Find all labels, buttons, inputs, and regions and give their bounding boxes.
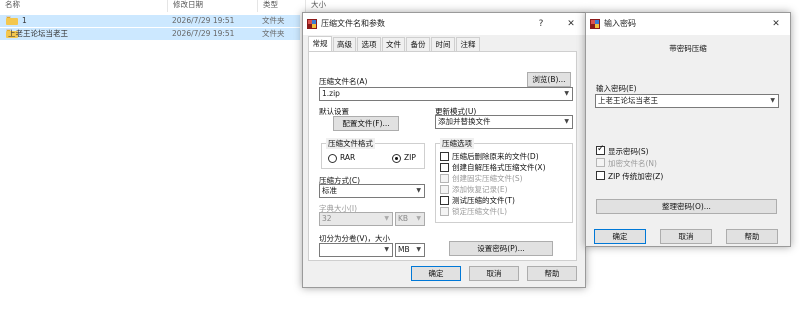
chevron-down-icon: ▼ (770, 97, 775, 104)
general-tab-panel: 压缩文件名(A) 浏览(B)... 1.zip ▼ 默认设置 配置文件(F)..… (308, 51, 577, 261)
chevron-down-icon: ▼ (564, 90, 569, 97)
option-checkbox[interactable] (440, 185, 449, 194)
options-group: 压缩选项 压缩后删除原来的文件(D) 创建自解压格式压缩文件(X) 创建固实压缩… (435, 138, 573, 223)
option-label: 创建固实压缩文件(S) (452, 174, 523, 183)
password-dialog: 输入密码 ✕ 带密码压缩 输入密码(E) 上老王论坛当老王 ▼ 显示密码(S) … (585, 12, 791, 247)
option-checkbox[interactable] (440, 163, 449, 172)
option-label: 测试压缩的文件(T) (452, 196, 515, 205)
file-type: 文件夹 (262, 16, 285, 25)
chevron-down-icon: ▼ (416, 187, 421, 194)
zip-legacy-label: ZIP 传统加密(Z) (608, 172, 664, 181)
option-checkbox[interactable] (440, 152, 449, 161)
tab-general[interactable]: 常规 (308, 36, 332, 52)
archive-name-input[interactable]: 1.zip ▼ (319, 87, 573, 101)
show-password-label: 显示密码(S) (608, 147, 649, 156)
format-group-title: 压缩文件格式 (326, 138, 375, 149)
option-checkbox[interactable] (440, 174, 449, 183)
options-group-title: 压缩选项 (440, 138, 474, 149)
file-date: 2026/7/29 19:51 (172, 29, 235, 38)
password-input[interactable]: 上老王论坛当老王 ▼ (595, 94, 779, 108)
update-mode-select[interactable]: 添加并替换文件 ▼ (435, 115, 573, 129)
option-label: 压缩后删除原来的文件(D) (452, 152, 539, 161)
archive-name-label: 压缩文件名(A) (319, 77, 368, 86)
tab-files[interactable]: 文件 (382, 37, 405, 51)
format-zip-radio[interactable] (392, 154, 401, 163)
encrypt-names-label: 加密文件名(N) (608, 159, 657, 168)
method-select[interactable]: 标准 ▼ (319, 184, 425, 198)
tab-backup[interactable]: 备份 (406, 37, 430, 51)
chevron-down-icon: ▼ (384, 215, 389, 222)
file-name: 1 (22, 16, 27, 25)
option-label: 创建自解压格式压缩文件(X) (452, 163, 546, 172)
chevron-down-icon: ▼ (416, 246, 421, 253)
tab-time[interactable]: 时间 (431, 37, 455, 51)
encrypt-names-checkbox[interactable] (596, 158, 605, 167)
file-type: 文件夹 (262, 29, 285, 38)
help-button[interactable]: 帮助 (527, 266, 577, 281)
help-icon[interactable]: ? (531, 13, 551, 35)
password-dialog-title: 输入密码 (604, 19, 636, 28)
enter-password-label: 输入密码(E) (596, 84, 637, 93)
zip-legacy-checkbox[interactable] (596, 171, 605, 180)
column-size[interactable]: 大小 (306, 0, 366, 12)
option-label: 添加恢复记录(E) (452, 185, 508, 194)
tab-advanced[interactable]: 高级 (333, 37, 356, 51)
option-label: 锁定压缩文件(L) (452, 207, 508, 216)
method-value: 标准 (322, 186, 337, 195)
format-rar-label: RAR (340, 153, 356, 162)
file-name: 上老王论坛当老王 (8, 29, 68, 38)
option-checkbox[interactable] (440, 196, 449, 205)
folder-icon (6, 16, 18, 25)
profiles-button[interactable]: 配置文件(F)... (333, 116, 399, 131)
password-subtitle: 带密码压缩 (669, 44, 707, 53)
archive-dialog: 压缩文件名和参数 ? ✕ 常规 高级 选项 文件 备份 时间 注释 压缩文件名(… (302, 12, 586, 288)
close-icon[interactable]: ✕ (561, 13, 581, 35)
ok-button[interactable]: 确定 (411, 266, 461, 281)
cancel-button[interactable]: 取消 (660, 229, 712, 244)
archive-dialog-title: 压缩文件名和参数 (321, 19, 385, 28)
dict-select[interactable]: 32 ▼ (319, 212, 393, 226)
format-rar-radio[interactable] (328, 154, 337, 163)
dict-unit-select[interactable]: KB ▼ (395, 212, 425, 226)
format-zip-label: ZIP (404, 153, 416, 162)
update-mode-value: 添加并替换文件 (438, 117, 491, 126)
tab-comment[interactable]: 注释 (456, 37, 480, 51)
browse-button[interactable]: 浏览(B)... (527, 72, 571, 87)
split-unit: MB (398, 245, 410, 254)
archive-dialog-titlebar[interactable]: 压缩文件名和参数 ? ✕ (303, 13, 585, 35)
column-type[interactable]: 类型 (258, 0, 306, 12)
dict-unit: KB (398, 214, 409, 223)
format-group: 压缩文件格式 RAR ZIP (321, 138, 425, 169)
archive-name-value: 1.zip (322, 89, 340, 98)
chevron-down-icon: ▼ (416, 215, 421, 222)
chevron-down-icon: ▼ (384, 246, 389, 253)
cancel-button[interactable]: 取消 (469, 266, 519, 281)
organize-passwords-button[interactable]: 整理密码(O)... (596, 199, 777, 214)
show-password-checkbox[interactable] (596, 144, 605, 155)
ok-button[interactable]: 确定 (594, 229, 646, 244)
column-date[interactable]: 修改日期 (168, 0, 258, 12)
winrar-icon (590, 19, 600, 29)
winrar-icon (307, 19, 317, 29)
file-date: 2026/7/29 19:51 (172, 16, 235, 25)
split-select[interactable]: ▼ (319, 243, 393, 257)
option-checkbox[interactable] (440, 207, 449, 216)
set-password-button[interactable]: 设置密码(P)... (449, 241, 553, 256)
split-unit-select[interactable]: MB ▼ (395, 243, 425, 257)
help-button[interactable]: 帮助 (726, 229, 778, 244)
tab-options[interactable]: 选项 (357, 37, 381, 51)
close-icon[interactable]: ✕ (766, 13, 786, 35)
explorer-column-header: 名称 修改日期 类型 大小 (0, 0, 800, 12)
column-name[interactable]: 名称 (0, 0, 168, 12)
file-row[interactable]: 1 2026/7/29 19:51 文件夹 (0, 15, 300, 27)
chevron-down-icon: ▼ (564, 118, 569, 125)
password-dialog-titlebar[interactable]: 输入密码 ✕ (586, 13, 790, 35)
password-value: 上老王论坛当老王 (598, 96, 658, 105)
file-row[interactable]: 上老王论坛当老王 2026/7/29 19:51 文件夹 (0, 28, 300, 40)
dict-value: 32 (322, 214, 332, 223)
